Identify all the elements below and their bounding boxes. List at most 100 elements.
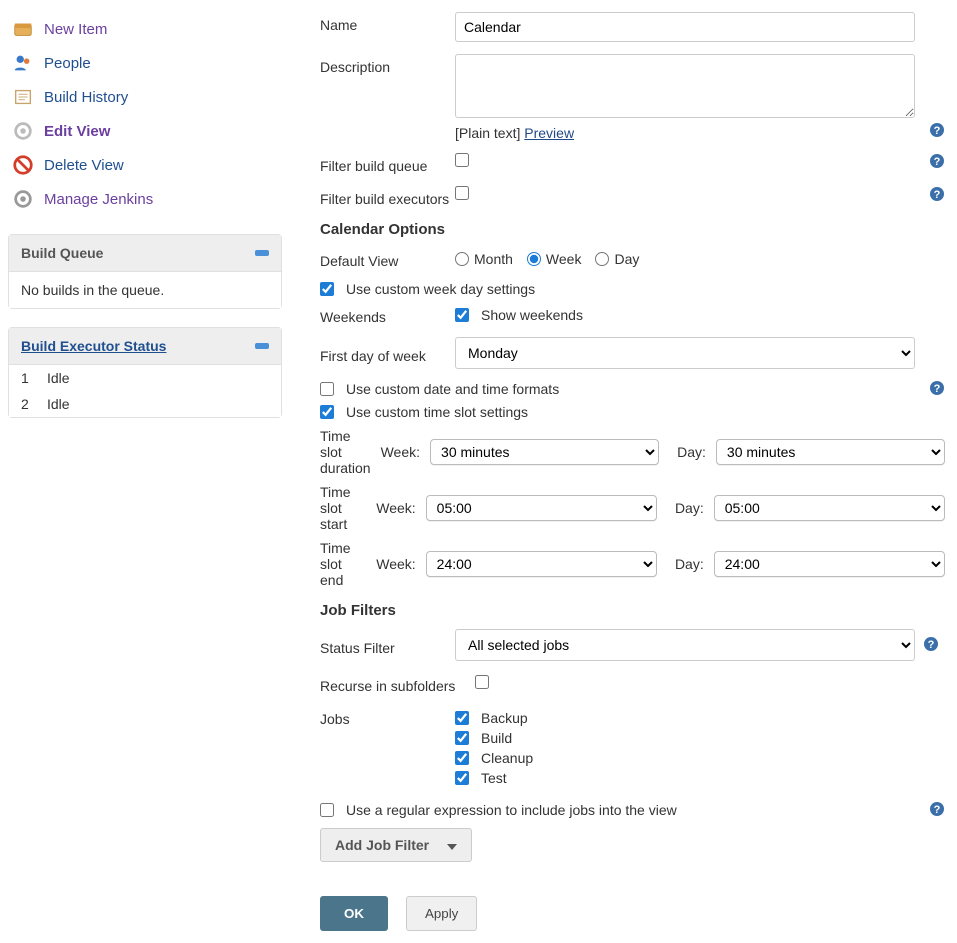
job-label: Cleanup <box>481 750 533 766</box>
svg-text:?: ? <box>934 156 941 168</box>
nav-label: People <box>44 55 91 72</box>
build-queue-header: Build Queue <box>9 235 281 272</box>
nav-label: Delete View <box>44 157 124 174</box>
executor-row: 2 Idle <box>9 391 281 417</box>
svg-text:?: ? <box>934 125 941 137</box>
collapse-icon[interactable] <box>255 343 269 349</box>
nav-manage-jenkins[interactable]: Manage Jenkins <box>8 182 282 216</box>
week-label: Week: <box>376 556 415 572</box>
week-label: Week: <box>376 500 415 516</box>
executor-status: Idle <box>47 396 70 412</box>
manage-icon <box>12 188 34 210</box>
nav-label: Build History <box>44 89 128 106</box>
filter-build-queue-checkbox[interactable] <box>455 153 469 167</box>
help-icon[interactable]: ? <box>929 122 945 141</box>
sidebar: New Item People Build History Edit View … <box>0 0 290 943</box>
first-day-label: First day of week <box>320 343 455 364</box>
filter-build-executors-checkbox[interactable] <box>455 186 469 200</box>
status-filter-select[interactable]: All selected jobs <box>455 629 915 661</box>
apply-button[interactable]: Apply <box>406 896 477 931</box>
help-icon[interactable]: ? <box>929 186 945 205</box>
job-label: Build <box>481 730 512 746</box>
help-icon[interactable]: ? <box>929 380 945 399</box>
show-weekends-label: Show weekends <box>481 307 583 323</box>
description-textarea[interactable] <box>455 54 915 118</box>
help-icon[interactable]: ? <box>929 801 945 820</box>
svg-text:?: ? <box>934 804 941 816</box>
gear-icon <box>12 120 34 142</box>
job-label: Backup <box>481 710 528 726</box>
add-job-filter-button[interactable]: Add Job Filter <box>320 828 472 862</box>
nav-edit-view[interactable]: Edit View <box>8 114 282 148</box>
recurse-checkbox[interactable] <box>475 675 489 689</box>
svg-text:?: ? <box>934 383 941 395</box>
jobs-label: Jobs <box>320 706 455 727</box>
start-week-select[interactable]: 05:00 <box>426 495 657 521</box>
executor-panel: Build Executor Status 1 Idle 2 Idle <box>8 327 282 418</box>
radio-day-label: Day <box>614 251 639 267</box>
svg-text:?: ? <box>928 639 935 651</box>
radio-week[interactable]: Week <box>527 251 582 267</box>
job-test-checkbox[interactable] <box>455 771 469 785</box>
help-icon[interactable]: ? <box>923 636 939 655</box>
nav-label: Manage Jenkins <box>44 191 153 208</box>
people-icon <box>12 52 34 74</box>
ok-button[interactable]: OK <box>320 896 388 931</box>
executor-status: Idle <box>47 370 70 386</box>
duration-day-select[interactable]: 30 minutes <box>716 439 945 465</box>
job-cleanup-checkbox[interactable] <box>455 751 469 765</box>
end-day-select[interactable]: 24:00 <box>714 551 945 577</box>
nav-label: Edit View <box>44 123 110 140</box>
nav-people[interactable]: People <box>8 46 282 80</box>
new-item-icon <box>12 18 34 40</box>
week-label: Week: <box>381 444 420 460</box>
job-backup-checkbox[interactable] <box>455 711 469 725</box>
job-filters-title: Job Filters <box>320 602 945 619</box>
use-regex-label: Use a regular expression to include jobs… <box>346 802 677 818</box>
executor-row: 1 Idle <box>9 365 281 391</box>
job-build-checkbox[interactable] <box>455 731 469 745</box>
radio-week-label: Week <box>546 251 582 267</box>
plain-text-label: [Plain text] <box>455 125 520 141</box>
timeslot-duration-label: Time slot duration <box>320 428 371 476</box>
executor-title-link[interactable]: Build Executor Status <box>21 338 166 354</box>
radio-month[interactable]: Month <box>455 251 513 267</box>
build-queue-panel: Build Queue No builds in the queue. <box>8 234 282 309</box>
main-form: Name Description [Plain text] Preview ? … <box>290 0 957 943</box>
default-view-label: Default View <box>320 248 455 269</box>
show-weekends-checkbox[interactable] <box>455 308 469 322</box>
use-custom-timeslot-checkbox[interactable] <box>320 405 334 419</box>
name-input[interactable] <box>455 12 915 42</box>
executor-header: Build Executor Status <box>9 328 281 365</box>
nav-new-item[interactable]: New Item <box>8 12 282 46</box>
nav-build-history[interactable]: Build History <box>8 80 282 114</box>
build-queue-empty: No builds in the queue. <box>9 272 281 308</box>
day-label: Day: <box>675 556 704 572</box>
nav-label: New Item <box>44 21 107 38</box>
svg-text:?: ? <box>934 189 941 201</box>
status-filter-label: Status Filter <box>320 635 455 656</box>
use-regex-checkbox[interactable] <box>320 803 334 817</box>
radio-day[interactable]: Day <box>595 251 639 267</box>
day-label: Day: <box>675 500 704 516</box>
build-queue-title: Build Queue <box>21 245 103 261</box>
use-custom-weekday-checkbox[interactable] <box>320 282 334 296</box>
preview-link[interactable]: Preview <box>524 125 574 141</box>
use-custom-date-checkbox[interactable] <box>320 382 334 396</box>
job-label: Test <box>481 770 507 786</box>
start-day-select[interactable]: 05:00 <box>714 495 945 521</box>
nav-delete-view[interactable]: Delete View <box>8 148 282 182</box>
first-day-select[interactable]: Monday <box>455 337 915 369</box>
radio-month-label: Month <box>474 251 513 267</box>
timeslot-end-label: Time slot end <box>320 540 366 588</box>
calendar-options-title: Calendar Options <box>320 221 945 238</box>
filter-build-executors-label: Filter build executors <box>320 186 455 207</box>
duration-week-select[interactable]: 30 minutes <box>430 439 659 465</box>
timeslot-start-label: Time slot start <box>320 484 366 532</box>
collapse-icon[interactable] <box>255 250 269 256</box>
use-custom-weekday-label: Use custom week day settings <box>346 281 535 297</box>
weekends-label: Weekends <box>320 304 455 325</box>
help-icon[interactable]: ? <box>929 153 945 172</box>
end-week-select[interactable]: 24:00 <box>426 551 657 577</box>
name-label: Name <box>320 12 455 33</box>
